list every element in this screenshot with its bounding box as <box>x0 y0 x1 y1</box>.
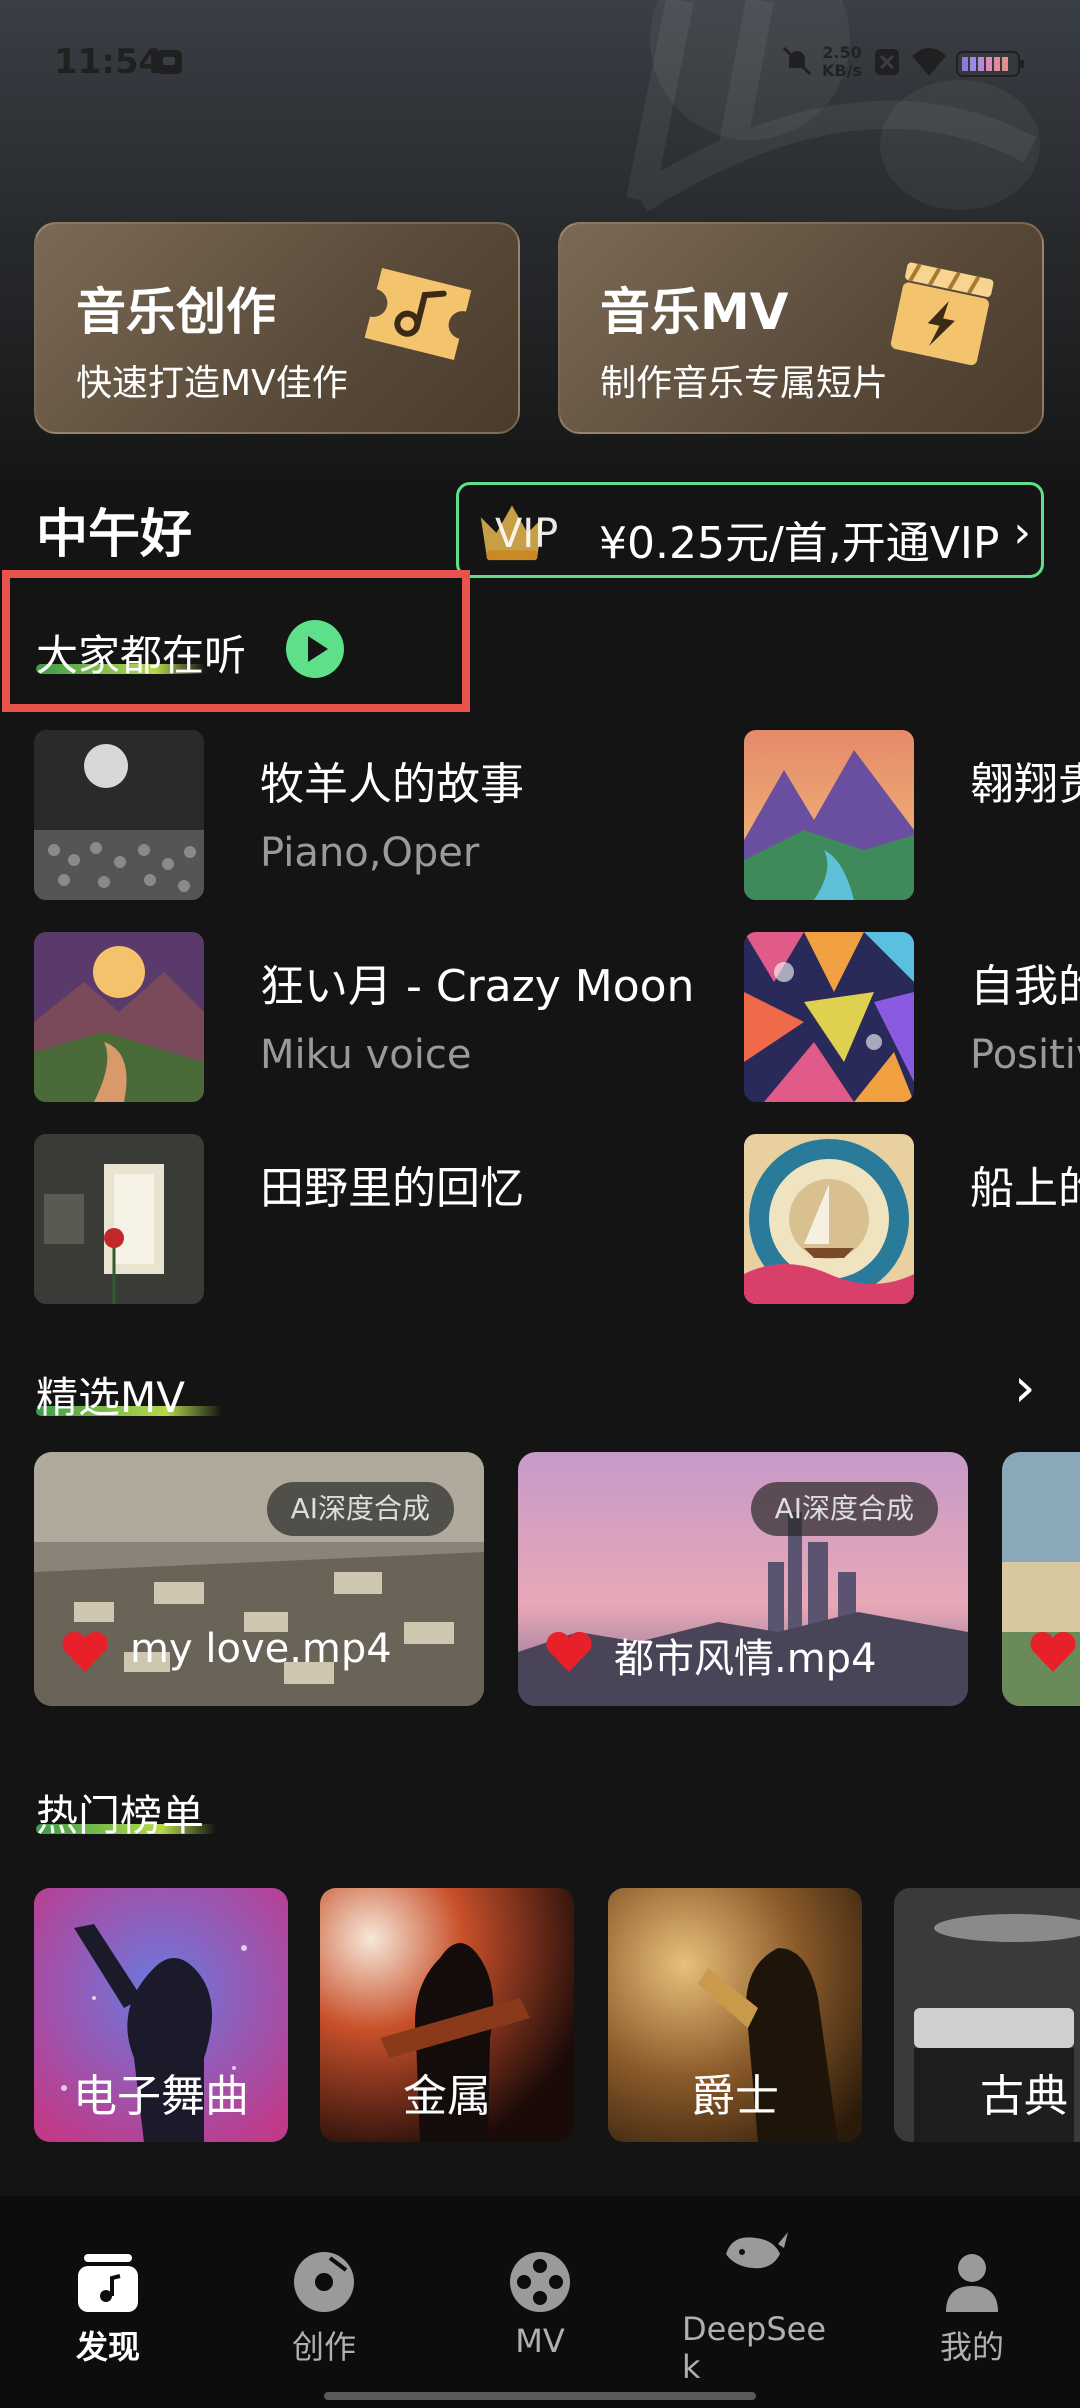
bottom-tab-bar: 发现 创作 MV DeepSee k 我的 <box>0 2196 1080 2408</box>
tab-label: MV <box>515 2322 565 2360</box>
music-mv-card[interactable]: 音乐MV 制作音乐专属短片 <box>558 222 1044 434</box>
song-subtitle: Piano,Oper <box>260 830 480 876</box>
chart-card-label: 爵士 <box>691 2071 779 2122</box>
mv-name: 都市风情.mp4 <box>614 1636 877 1682</box>
song-item[interactable]: 翱翔贵 <box>744 730 1080 900</box>
mv-card-partial[interactable] <box>1002 1452 1080 1706</box>
whale-icon <box>726 2232 788 2269</box>
tab-mv[interactable]: MV <box>432 2196 648 2408</box>
vip-price-text: ¥0.25元/首,开通VIP <box>599 518 1000 569</box>
tab-label: 发现 <box>75 2328 140 2366</box>
ai-synthesis-badge: AI深度合成 <box>750 1482 938 1536</box>
profile-icon <box>946 2254 998 2312</box>
sim-x-icon <box>875 49 899 75</box>
battery-icon <box>956 51 1024 77</box>
mv-name: my love.mp4 <box>130 1626 392 1672</box>
tab-create[interactable]: 创作 <box>216 2196 432 2408</box>
tab-label: DeepSee k <box>682 2310 827 2386</box>
mv-card[interactable]: AI深度合成 都市风情.mp4 <box>518 1452 968 1706</box>
tab-label: 我的 <box>939 2328 1004 2366</box>
song-cover <box>34 932 204 1102</box>
chart-card-label: 金属 <box>403 2071 491 2122</box>
clapperboard-icon <box>890 262 994 366</box>
song-title: 船上的 <box>970 1163 1080 1214</box>
song-title: 翱翔贵 <box>970 759 1080 810</box>
chart-card-edm[interactable]: 电子舞曲 <box>34 1888 288 2142</box>
mv-section-title: 精选MV <box>36 1373 185 1422</box>
song-cover <box>744 1134 914 1304</box>
music-ticket-icon <box>364 267 472 361</box>
song-subtitle: Miku voice <box>260 1032 472 1078</box>
song-cover <box>744 730 914 900</box>
vip-tag: VIP <box>495 511 559 557</box>
chart-card-label: 古典 <box>980 2071 1068 2122</box>
song-item[interactable]: 自我的 Positiv <box>744 932 1080 1102</box>
chart-card-classical[interactable]: 古典 <box>894 1888 1080 2142</box>
discover-icon <box>78 2254 138 2312</box>
greeting-text: 中午好 <box>36 505 193 565</box>
card-title: 音乐MV <box>600 283 789 341</box>
card-subtitle: 快速打造MV佳作 <box>76 363 348 404</box>
wifi-icon <box>912 48 946 76</box>
play-all-button[interactable] <box>286 620 344 678</box>
heart-icon[interactable] <box>1028 1630 1078 1674</box>
tab-profile[interactable]: 我的 <box>864 2196 1080 2408</box>
song-item[interactable]: 田野里的回忆 <box>34 1134 714 1304</box>
chevron-right-icon: › <box>1013 507 1031 558</box>
film-reel-icon <box>510 2252 570 2312</box>
song-cover <box>34 730 204 900</box>
status-time: 11:54 <box>54 42 163 82</box>
song-title: 自我的 <box>970 961 1080 1012</box>
chevron-right-icon[interactable]: › <box>1014 1356 1036 1419</box>
song-cover <box>34 1134 204 1304</box>
song-item[interactable]: 船上的 <box>744 1134 1080 1304</box>
song-item[interactable]: 牧羊人的故事 Piano,Oper <box>34 730 714 900</box>
music-creation-card[interactable]: 音乐创作 快速打造MV佳作 <box>34 222 520 434</box>
disc-icon <box>294 2252 354 2312</box>
chart-card-label: 电子舞曲 <box>73 2071 249 2122</box>
song-subtitle: Positiv <box>970 1032 1080 1078</box>
tab-deepseek[interactable]: DeepSee k <box>648 2196 864 2408</box>
network-speed: 2.50 KB/s <box>822 43 862 80</box>
song-title: 牧羊人的故事 <box>260 759 524 810</box>
chart-card-jazz[interactable]: 爵士 <box>608 1888 862 2142</box>
heart-icon[interactable] <box>60 1630 110 1674</box>
tab-label: 创作 <box>291 2328 356 2366</box>
song-title: 狂い月 - Crazy Moon <box>260 961 695 1012</box>
song-item[interactable]: 狂い月 - Crazy Moon Miku voice <box>34 932 714 1102</box>
card-subtitle: 制作音乐专属短片 <box>600 363 889 404</box>
notification-icon <box>156 50 182 74</box>
card-title: 音乐创作 <box>76 283 276 341</box>
status-bar: 11:54 2.50 KB/s <box>0 0 1080 120</box>
chart-card-metal[interactable]: 金属 <box>320 1888 574 2142</box>
ai-synthesis-badge: AI深度合成 <box>266 1482 454 1536</box>
song-cover <box>744 932 914 1102</box>
mv-card[interactable]: AI深度合成 my love.mp4 <box>34 1452 484 1706</box>
mute-icon <box>782 46 812 76</box>
charts-section-title: 热门榜单 <box>36 1791 205 1840</box>
song-title: 田野里的回忆 <box>260 1163 524 1214</box>
vip-banner[interactable]: VIP ¥0.25元/首,开通VIP › <box>456 482 1044 578</box>
home-indicator[interactable] <box>324 2392 756 2400</box>
tab-discover[interactable]: 发现 <box>0 2196 216 2408</box>
listening-section-title: 大家都在听 <box>36 631 247 680</box>
heart-icon[interactable] <box>544 1630 594 1674</box>
